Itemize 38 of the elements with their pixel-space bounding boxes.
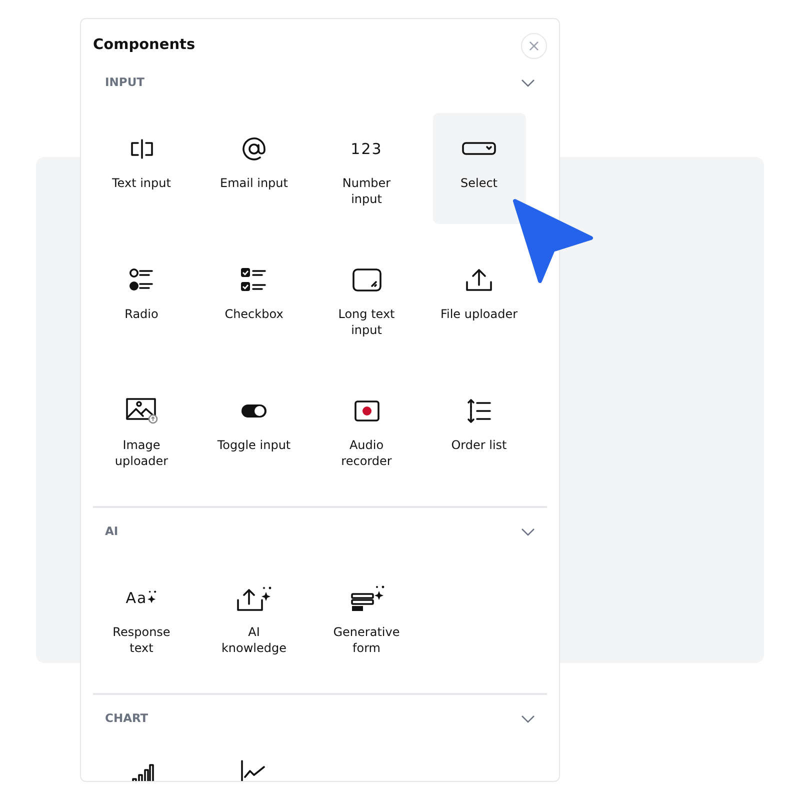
- component-tile[interactable]: Select: [432, 113, 526, 224]
- dropdown-field-icon: [462, 142, 496, 156]
- number-glyph-icon: 123: [350, 141, 382, 157]
- chevron-down-icon[interactable]: [521, 78, 535, 88]
- component-tile[interactable]: Long text input: [320, 244, 413, 355]
- section-heading: CHART: [105, 710, 148, 728]
- text-cursor-icon: [128, 138, 154, 160]
- ordered-list-icon: [467, 398, 491, 424]
- form-sparkle-icon: [348, 583, 384, 613]
- component-tile[interactable]: Radio: [95, 244, 188, 355]
- toggle-switch-icon: [241, 404, 267, 418]
- component-tile[interactable]: AI knowledge: [208, 562, 300, 673]
- upload-icon: [465, 267, 493, 293]
- chevron-down-icon[interactable]: [521, 714, 535, 724]
- panel-title: Components: [93, 36, 196, 56]
- text-area-icon: [352, 268, 382, 292]
- line-chart-icon: [240, 759, 268, 781]
- component-tile[interactable]: File uploader: [432, 244, 526, 355]
- component-tile[interactable]: Text input: [95, 113, 188, 224]
- at-sign-icon: [241, 136, 267, 162]
- radio-list-icon: [128, 267, 156, 293]
- component-tile[interactable]: Email input: [208, 113, 300, 224]
- chevron-down-icon[interactable]: [521, 527, 535, 537]
- component-tile[interactable]: Image uploader: [95, 375, 188, 486]
- component-tile[interactable]: 123 Number input: [320, 113, 413, 224]
- component-tile[interactable]: Checkbox: [208, 244, 300, 355]
- checklist-icon: [240, 267, 268, 293]
- component-tile[interactable]: Order list: [432, 375, 526, 486]
- record-button-icon: [354, 400, 380, 422]
- section-heading: INPUT: [105, 74, 145, 92]
- image-icon: [126, 398, 158, 424]
- component-tile[interactable]: Aa Response text: [95, 562, 188, 673]
- component-tile[interactable]: Generative form: [320, 562, 413, 673]
- upload-sparkle-icon: [236, 584, 272, 612]
- pointer-cursor-icon: [512, 198, 594, 284]
- component-tile[interactable]: Toggle input: [208, 375, 300, 486]
- component-tile[interactable]: Audio recorder: [320, 375, 413, 486]
- section-heading: AI: [105, 523, 118, 540]
